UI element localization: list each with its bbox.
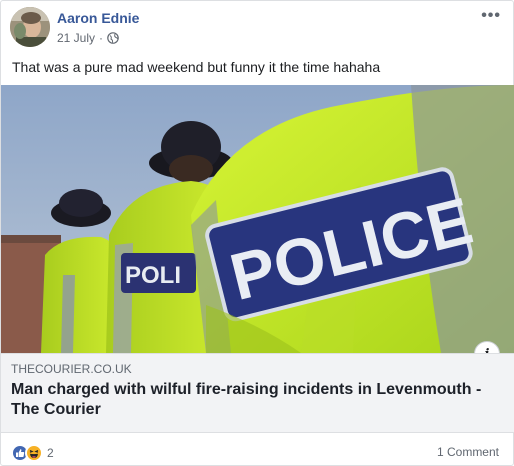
author-avatar[interactable]: [10, 7, 50, 47]
background-police-text: POLI: [125, 262, 181, 289]
reaction-count: 2: [47, 446, 54, 460]
link-title-line-1: Man charged with wilful fire-raising inc…: [11, 381, 482, 398]
meta-separator: ·: [99, 31, 104, 45]
haha-icon: [25, 444, 43, 462]
link-title-line-2: The Courier: [11, 401, 101, 418]
link-preview-details[interactable]: THECOURIER.CO.UK Man charged with wilful…: [1, 353, 514, 433]
link-preview[interactable]: POLI POLICE i THECOURIER.CO.UK Man c: [1, 85, 514, 433]
feed-post: Aaron Ednie 21 July · ••• That was a pur…: [0, 0, 514, 466]
globe-icon[interactable]: [107, 32, 119, 44]
link-preview-image[interactable]: POLI POLICE: [1, 85, 514, 353]
link-domain: THECOURIER.CO.UK: [11, 362, 132, 376]
link-title[interactable]: Man charged with wilful fire-raising inc…: [11, 380, 491, 420]
author-name[interactable]: Aaron Ednie: [57, 10, 139, 26]
post-meta: 21 July ·: [57, 31, 119, 45]
post-text: That was a pure mad weekend but funny it…: [12, 59, 381, 75]
reaction-summary[interactable]: 2: [11, 444, 54, 462]
comment-count-link[interactable]: 1 Comment: [437, 445, 499, 459]
more-options-icon[interactable]: •••: [481, 7, 501, 25]
post-date[interactable]: 21 July: [57, 31, 95, 45]
